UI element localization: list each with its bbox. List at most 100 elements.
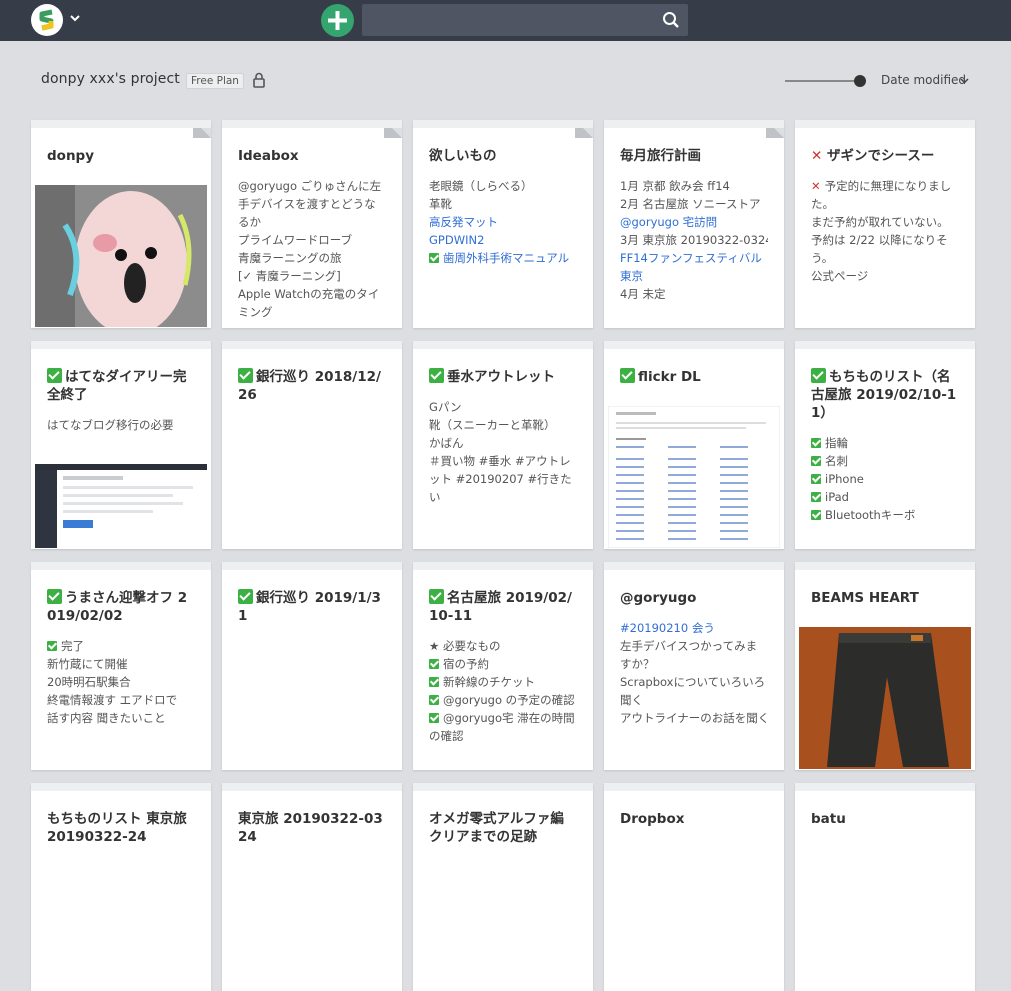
- card-line: 話す内容 聞きたいこと: [47, 711, 166, 725]
- card-title: flickr DL: [638, 369, 701, 385]
- checkbox-icon: [429, 677, 439, 687]
- card-body: @goryugo ごりゅさんに左手デバイスを渡すとどうなるか プライムワードロー…: [222, 165, 402, 321]
- card-title: batu: [811, 811, 846, 827]
- page-card[interactable]: もちものリスト（名古屋旅 2019/02/10-11） 指輪 名刺 iPhone…: [795, 341, 975, 549]
- card-line: 青魔ラーニングの旅: [238, 251, 342, 265]
- card-line: iPad: [825, 490, 849, 504]
- page-card[interactable]: 銀行巡り 2018/12/26: [222, 341, 402, 549]
- card-line: 2月 名古屋旅 ソニーストア: [620, 197, 761, 211]
- page-card[interactable]: ✕ ザギンでシースー ✕ 予定的に無理になりました。 まだ予約が取れていない。予…: [795, 120, 975, 328]
- jeans-photo: [799, 627, 971, 769]
- card-line: 老眼鏡（しらべる）: [429, 179, 533, 193]
- illustration-thumbnail: [35, 185, 207, 327]
- card-line: 新竹蔵にて開催: [47, 657, 128, 671]
- page-card[interactable]: 毎月旅行計画 1月 京都 飲み会 ff14 2月 名古屋旅 ソニーストア @go…: [604, 120, 784, 328]
- card-line: Apple Watchの充電のタイミング: [238, 287, 380, 319]
- page-card[interactable]: 東京旅 20190322-0324: [222, 783, 402, 991]
- lock-icon: [253, 72, 265, 88]
- page-card[interactable]: 垂水アウトレット Gパン 靴（スニーカーと革靴） かばん ＃買い物 #垂水 #ア…: [413, 341, 593, 549]
- page-card[interactable]: flickr DL: [604, 341, 784, 549]
- check-mark-icon: [429, 368, 444, 383]
- card-title: もちものリスト 東京旅 20190322-24: [47, 811, 187, 845]
- card-line: 新幹線のチケット: [443, 675, 535, 689]
- card-line: @goryugo の予定の確認: [443, 693, 575, 707]
- scrapbox-logo-icon[interactable]: [31, 4, 63, 36]
- card-line: かばん: [429, 436, 464, 450]
- card-body: ★ 必要なもの 宿の予約 新幹線のチケット @goryugo の予定の確認 @g…: [413, 625, 593, 745]
- card-title: donpy: [47, 148, 95, 164]
- card-line: @goryugo宅 滞在の時間の確認: [429, 711, 575, 743]
- page-card[interactable]: オメガ零式アルファ編クリアまでの足跡: [413, 783, 593, 991]
- card-line: 革靴: [429, 197, 452, 211]
- page-card[interactable]: 名古屋旅 2019/02/10-11 ★ 必要なもの 宿の予約 新幹線のチケット…: [413, 562, 593, 770]
- chevron-down-icon[interactable]: [69, 12, 81, 24]
- card-body: #20190210 会う 左手デバイスつかってみますか？ Scrapboxについ…: [604, 607, 784, 727]
- chevron-down-icon[interactable]: [960, 77, 969, 85]
- card-line: はてなブログ移行の必要: [47, 418, 174, 432]
- zoom-slider[interactable]: [785, 74, 867, 88]
- card-line: 靴（スニーカーと革靴）: [429, 418, 556, 432]
- card-body: Gパン 靴（スニーカーと革靴） かばん ＃買い物 #垂水 #アウトレット #20…: [413, 386, 593, 506]
- card-line: 終電情報渡す エアドロで: [47, 693, 178, 707]
- search-input[interactable]: [362, 4, 688, 36]
- page-grid: donpy Ideabox @goryugo ごりゅさんに左手デバイスを渡すとど…: [31, 120, 976, 991]
- card-body: 1月 京都 飲み会 ff14 2月 名古屋旅 ソニーストア @goryugo 宅…: [604, 165, 784, 303]
- card-link[interactable]: 高反発マット: [429, 213, 577, 231]
- card-line: [✓ 青魔ラーニング]: [238, 269, 341, 283]
- card-line: 名刺: [825, 454, 848, 468]
- page-card[interactable]: はてなダイアリー完全終了 はてなブログ移行の必要: [31, 341, 211, 549]
- page-card[interactable]: Ideabox @goryugo ごりゅさんに左手デバイスを渡すとどうなるか プ…: [222, 120, 402, 328]
- card-line: @goryugo ごりゅさんに左手デバイスを渡すとどうなるか: [238, 179, 382, 229]
- card-line: 20時明石駅集合: [47, 675, 131, 689]
- new-page-button[interactable]: [321, 4, 354, 37]
- card-title: BEAMS HEART: [811, 590, 919, 606]
- page-card[interactable]: もちものリスト 東京旅 20190322-24: [31, 783, 211, 991]
- page-card[interactable]: うまさん迎撃オフ 2019/02/02 完了 新竹蔵にて開催 20時明石駅集合 …: [31, 562, 211, 770]
- page-card[interactable]: 欲しいもの 老眼鏡（しらべる） 革靴 高反発マット GPDWIN2 歯周外科手術…: [413, 120, 593, 328]
- card-line: プライムワードローブ: [238, 233, 353, 247]
- checkbox-icon: [811, 438, 821, 448]
- card-body: ✕ 予定的に無理になりました。 まだ予約が取れていない。予約は 2/22 以降に…: [795, 165, 975, 285]
- card-line: 予定的に無理になりました。: [811, 179, 952, 211]
- card-title: 垂水アウトレット: [447, 369, 555, 385]
- checkbox-icon: [811, 474, 821, 484]
- card-line: アウトライナーのお話を聞く: [620, 711, 768, 725]
- document-thumbnail: [608, 406, 780, 548]
- card-title: もちものリスト（名古屋旅 2019/02/10-11）: [811, 369, 957, 421]
- cross-mark-icon: ✕: [811, 179, 825, 193]
- card-line: iPhone: [825, 472, 864, 486]
- card-link[interactable]: GPDWIN2: [429, 231, 577, 249]
- search-icon[interactable]: [662, 11, 680, 29]
- card-line: 4月 未定: [620, 287, 666, 301]
- card-line: 完了: [61, 639, 84, 653]
- screenshot-thumbnail: [35, 464, 207, 548]
- page-card[interactable]: batu: [795, 783, 975, 991]
- page-card[interactable]: Dropbox: [604, 783, 784, 991]
- card-link[interactable]: #20190210 会う: [620, 619, 768, 637]
- card-line: 指輪: [825, 436, 848, 450]
- card-title: 銀行巡り 2018/12/26: [238, 369, 381, 403]
- page-card[interactable]: 銀行巡り 2019/1/31: [222, 562, 402, 770]
- check-mark-icon: [238, 368, 253, 383]
- card-line: まだ予約が取れていない。予約は 2/22 以降になりそう。: [811, 215, 949, 265]
- page-card[interactable]: BEAMS HEART: [795, 562, 975, 770]
- card-line: Gパン: [429, 400, 462, 414]
- plus-icon: [328, 11, 347, 30]
- sort-dropdown[interactable]: Date modified: [881, 73, 966, 87]
- card-line: 宿の予約: [443, 657, 489, 671]
- card-link[interactable]: FF14ファンフェスティバル東京: [620, 249, 768, 285]
- card-title: 毎月旅行計画: [620, 148, 701, 164]
- card-link[interactable]: 歯周外科手術マニュアル: [443, 251, 569, 265]
- page-card[interactable]: donpy: [31, 120, 211, 328]
- page-card[interactable]: @goryugo #20190210 会う 左手デバイスつかってみますか？ Sc…: [604, 562, 784, 770]
- top-bar: [0, 0, 1011, 41]
- card-hashtags[interactable]: ＃買い物 #垂水 #アウトレット #20190207 #行きたい: [429, 452, 577, 506]
- card-link[interactable]: @goryugo 宅訪問: [620, 213, 768, 231]
- slider-handle[interactable]: [854, 75, 866, 87]
- project-title[interactable]: donpy xxx's project: [41, 71, 180, 87]
- card-title: 東京旅 20190322-0324: [238, 811, 383, 845]
- card-line: 1月 京都 飲み会 ff14: [620, 179, 730, 193]
- card-line: 左手デバイスつかってみますか？: [620, 639, 758, 671]
- card-title: 欲しいもの: [429, 148, 497, 164]
- card-body: 完了 新竹蔵にて開催 20時明石駅集合 終電情報渡す エアドロで 話す内容 聞き…: [31, 625, 211, 727]
